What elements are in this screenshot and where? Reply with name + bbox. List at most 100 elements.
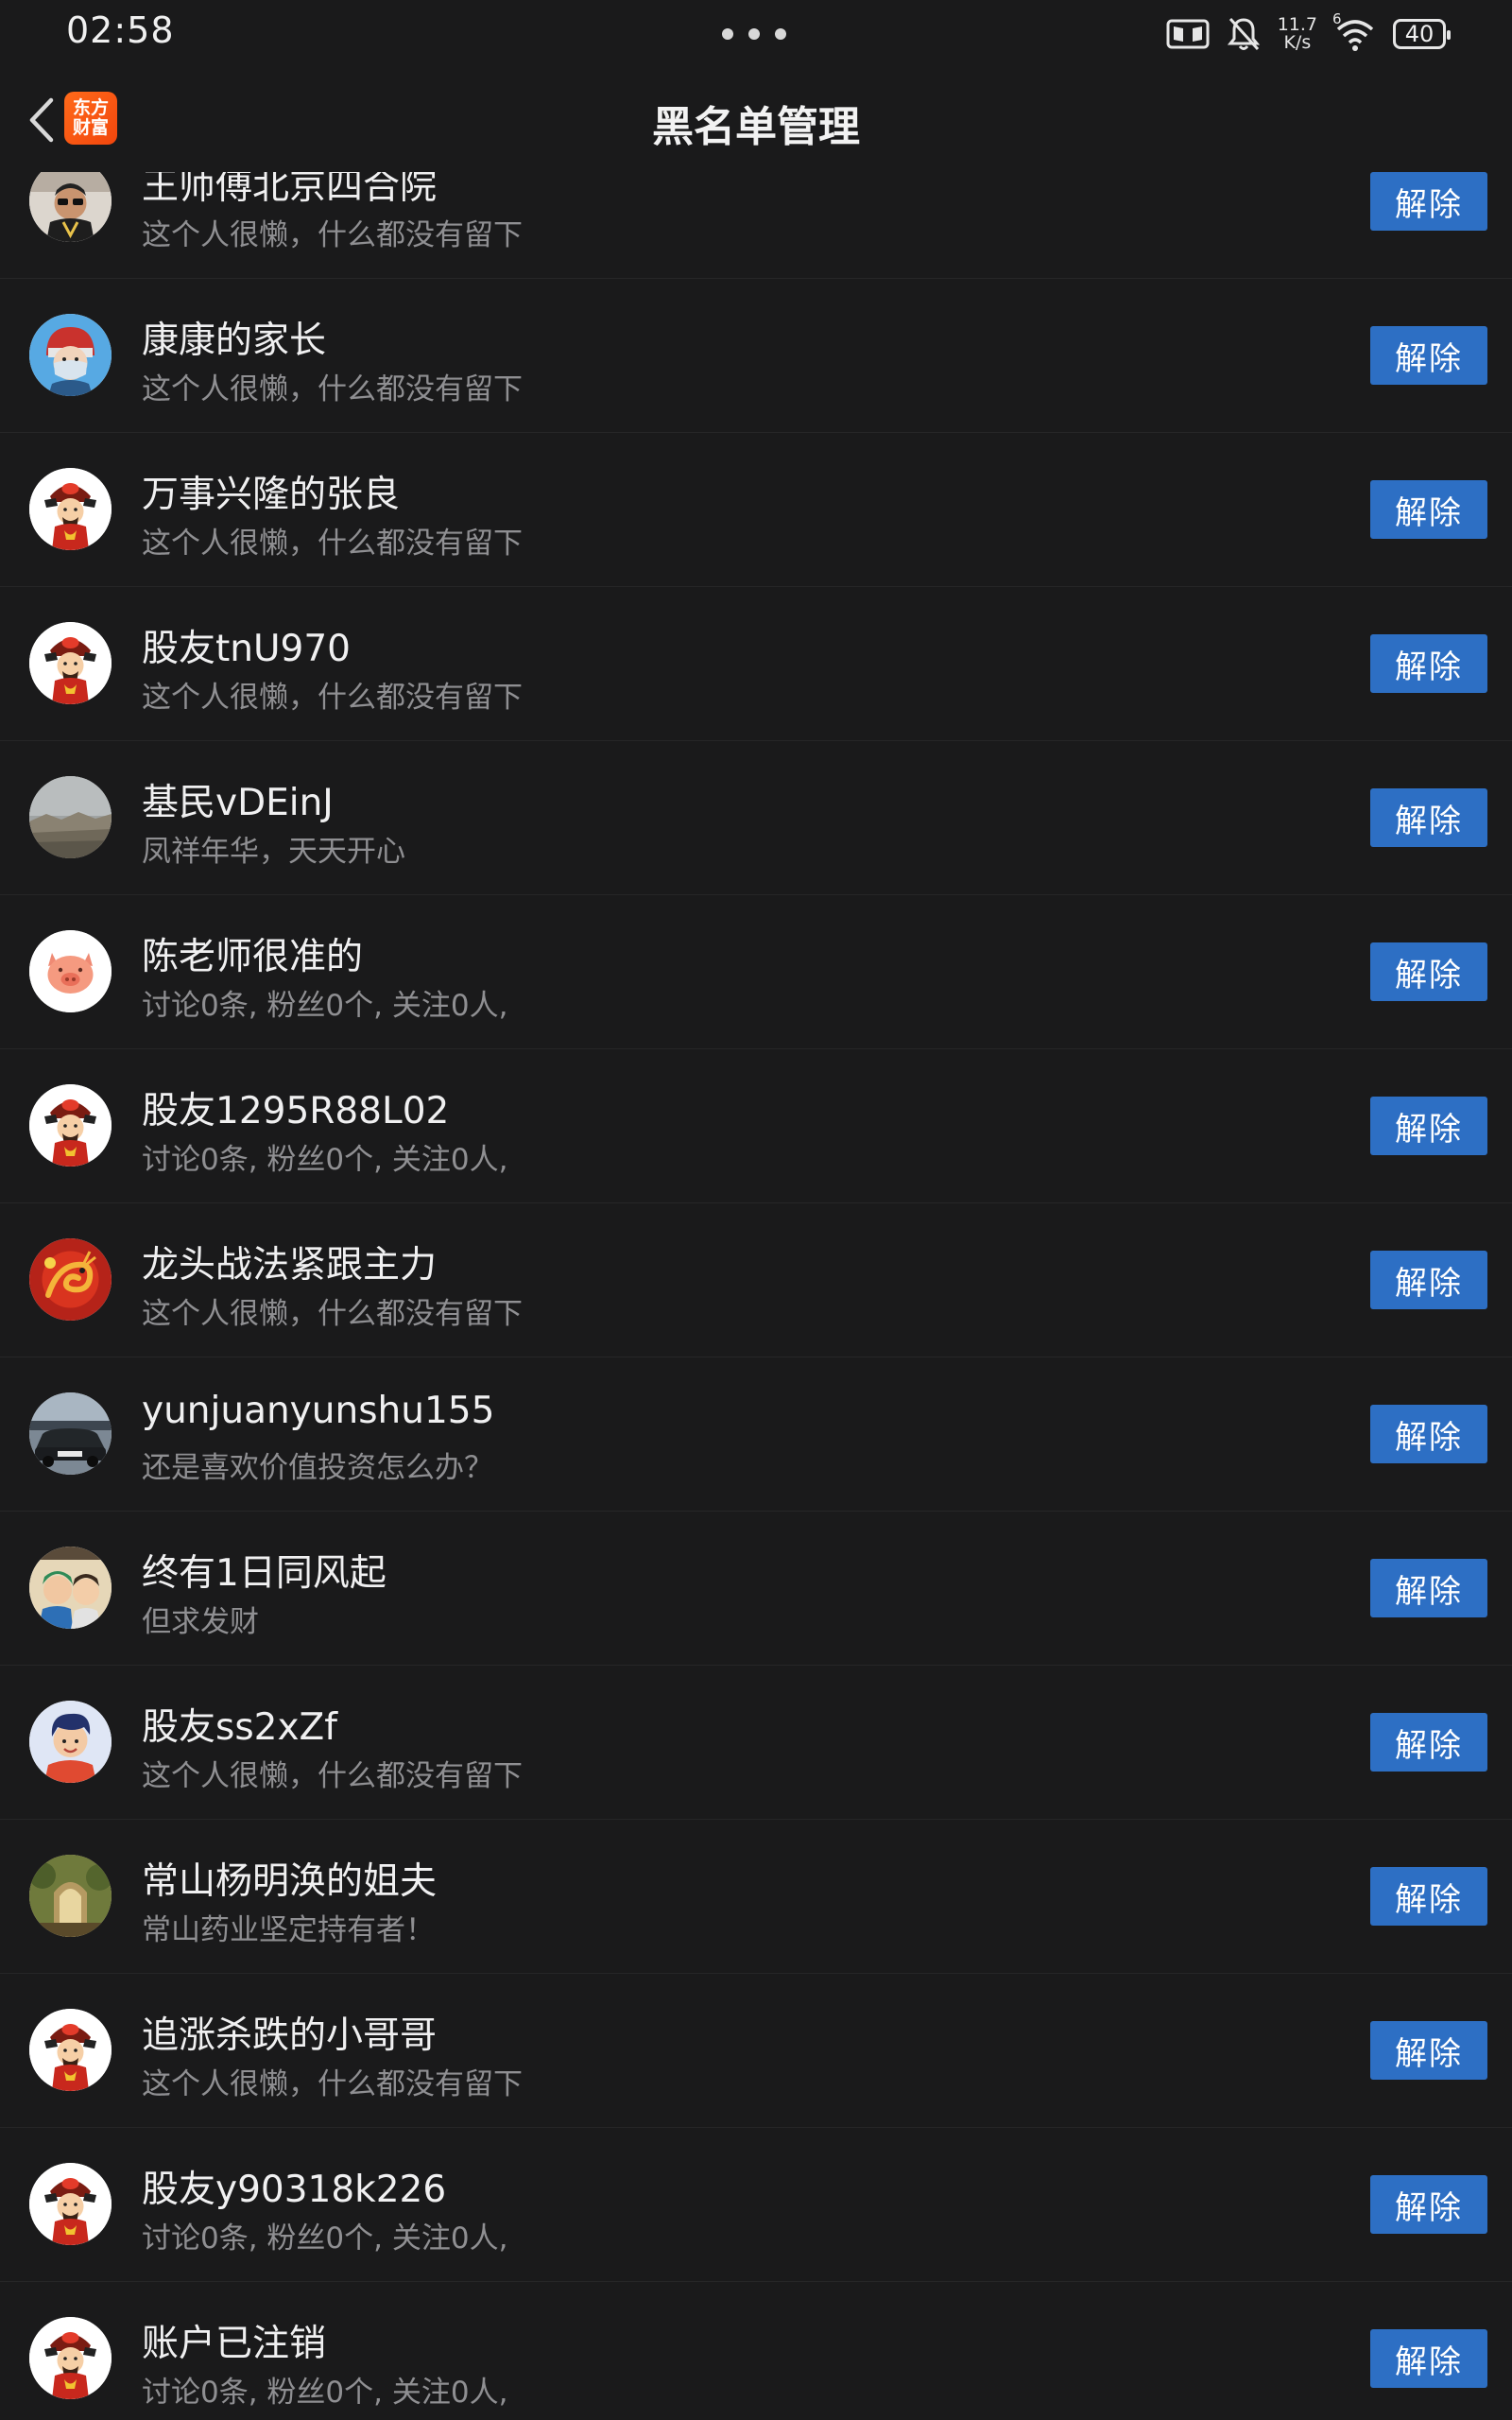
battery-level: 40 (1404, 21, 1435, 47)
user-name[interactable]: 陈老师很准的 (142, 927, 363, 980)
blocked-user-row[interactable]: 股友tnU970 这个人很懒，什么都没有留下 解除 (0, 587, 1512, 741)
blocked-user-row[interactable]: 追涨杀跌的小哥哥这个人很懒，什么都没有留下 解除 (0, 1974, 1512, 2128)
user-name[interactable]: yunjuanyunshu155 (142, 1390, 494, 1432)
blocked-user-row[interactable]: 股友y90318k226 讨论0条, 粉丝0个, 关注0人, 解除 (0, 2128, 1512, 2282)
unblock-button[interactable]: 解除 (1370, 1405, 1487, 1463)
avatar[interactable] (29, 2317, 112, 2399)
user-description: 讨论0条, 粉丝0个, 关注0人, (142, 989, 508, 1023)
user-description: 这个人很懒，什么都没有留下 (142, 372, 523, 406)
user-name[interactable]: 常山杨明涣的姐夫 (142, 1852, 437, 1905)
avatar-image (29, 2009, 112, 2091)
blocked-user-row[interactable]: 账户已注销讨论0条, 粉丝0个, 关注0人, 解除 (0, 2282, 1512, 2420)
status-time: 02:58 (66, 9, 175, 51)
unblock-button[interactable]: 解除 (1370, 326, 1487, 385)
user-name[interactable]: 终有1日同风起 (142, 1544, 387, 1597)
blocked-user-row[interactable]: 万事兴隆的张良 这个人很懒，什么都没有留下 解除 (0, 433, 1512, 587)
wifi-badge: 6 (1332, 10, 1342, 27)
unblock-button[interactable]: 解除 (1370, 2175, 1487, 2234)
battery-icon: 40 (1393, 19, 1451, 49)
avatar[interactable] (29, 930, 112, 1012)
header: 东方 财富 黑名单管理 (0, 68, 1512, 172)
user-description: 这个人很懒，什么都没有留下 (142, 2067, 523, 2101)
user-name[interactable]: 股友ss2xZf (142, 1698, 337, 1751)
unblock-button[interactable]: 解除 (1370, 1713, 1487, 1772)
user-name[interactable]: 基民vDEinJ (142, 773, 334, 826)
avatar[interactable] (29, 2163, 112, 2245)
user-name[interactable]: 股友y90318k226 (142, 2160, 446, 2213)
avatar[interactable] (29, 776, 112, 858)
avatar[interactable] (29, 1084, 112, 1167)
status-dots-icon (722, 28, 786, 40)
avatar-image (29, 1084, 112, 1167)
avatar[interactable] (29, 1701, 112, 1783)
unblock-button[interactable]: 解除 (1370, 1251, 1487, 1309)
avatar[interactable] (29, 2009, 112, 2091)
avatar-image (29, 2163, 112, 2245)
unblock-button[interactable]: 解除 (1370, 1867, 1487, 1926)
user-description: 还是喜欢价值投资怎么办？ (142, 1451, 493, 1485)
status-bar: 02:58 11.7 K/s 6 40 (0, 0, 1512, 68)
blocked-user-row[interactable]: 康康的家长这个人很懒，什么都没有留下 解除 (0, 279, 1512, 433)
avatar-image (29, 776, 112, 858)
user-description: 常山药业坚定持有者！ (142, 1913, 435, 1947)
avatar[interactable] (29, 1392, 112, 1475)
avatar-image (29, 930, 112, 1012)
blocklist-viewport[interactable]: 王师傅北京四合院 这个人很懒，什么都没有留下 解除 康康的家长 这个人很懒，什么都没有留… (0, 172, 1512, 2420)
unblock-button[interactable]: 解除 (1370, 2329, 1487, 2388)
blocklist: 王师傅北京四合院 这个人很懒，什么都没有留下 解除 康康的家长 这个人很懒，什么都没有留… (0, 172, 1512, 2420)
blocked-user-row[interactable]: 常山杨明涣的姐夫常山药业坚定持有者！ 解除 (0, 1820, 1512, 1974)
avatar-image (29, 1547, 112, 1629)
avatar-image (29, 314, 112, 396)
avatar[interactable] (29, 314, 112, 396)
user-name[interactable]: 王师傅北京四合院 (142, 172, 437, 210)
user-name[interactable]: 股友1295R88L02 (142, 1081, 449, 1134)
avatar-image (29, 1855, 112, 1937)
user-name[interactable]: 龙头战法紧跟主力 (142, 1236, 437, 1288)
user-description: 凤祥年华，天天开心 (142, 835, 405, 869)
user-description: 但求发财 (142, 1605, 259, 1639)
user-name[interactable]: 股友tnU970 (142, 619, 351, 672)
user-name[interactable]: 追涨杀跌的小哥哥 (142, 2006, 437, 2059)
avatar[interactable] (29, 468, 112, 550)
unblock-button[interactable]: 解除 (1370, 1097, 1487, 1155)
avatar-image (29, 1701, 112, 1783)
unblock-button[interactable]: 解除 (1370, 172, 1487, 231)
network-speed: 11.7 K/s (1278, 16, 1317, 52)
avatar-image (29, 2317, 112, 2399)
user-name[interactable]: 万事兴隆的张良 (142, 465, 400, 518)
unblock-button[interactable]: 解除 (1370, 942, 1487, 1001)
blocked-user-row[interactable]: 陈老师很准的讨论0条, 粉丝0个, 关注0人, 解除 (0, 895, 1512, 1049)
unblock-button[interactable]: 解除 (1370, 480, 1487, 539)
avatar-image (29, 172, 112, 242)
blocked-user-row[interactable]: 股友ss2xZf 这个人很懒，什么都没有留下 解除 (0, 1666, 1512, 1820)
screen: 02:58 11.7 K/s 6 40 东方 财富 黑名单管理 王师傅北京四合院… (0, 0, 1512, 2420)
network-speed-unit: K/s (1283, 32, 1312, 53)
unblock-button[interactable]: 解除 (1370, 1559, 1487, 1617)
avatar-image (29, 1238, 112, 1321)
avatar[interactable] (29, 1855, 112, 1937)
unblock-button[interactable]: 解除 (1370, 788, 1487, 847)
avatar[interactable] (29, 1238, 112, 1321)
reading-mode-icon (1166, 18, 1210, 50)
user-description: 这个人很懒，什么都没有留下 (142, 218, 523, 252)
blocked-user-row[interactable]: 股友1295R88L02 讨论0条, 粉丝0个, 关注0人, 解除 (0, 1049, 1512, 1203)
user-name[interactable]: 康康的家长 (142, 311, 326, 364)
status-indicators: 11.7 K/s 6 40 (1166, 10, 1451, 55)
user-description: 讨论0条, 粉丝0个, 关注0人, (142, 2376, 508, 2410)
unblock-button[interactable]: 解除 (1370, 2021, 1487, 2080)
user-name[interactable]: 账户已注销 (142, 2314, 326, 2367)
blocked-user-row[interactable]: 基民vDEinJ 凤祥年华，天天开心 解除 (0, 741, 1512, 895)
unblock-button[interactable]: 解除 (1370, 634, 1487, 693)
avatar-image (29, 1392, 112, 1475)
blocked-user-row[interactable]: yunjuanyunshu155 还是喜欢价值投资怎么办？ 解除 (0, 1357, 1512, 1512)
blocked-user-row[interactable]: 王师傅北京四合院这个人很懒，什么都没有留下 解除 (0, 172, 1512, 279)
mute-bell-icon (1227, 16, 1261, 52)
avatar[interactable] (29, 1547, 112, 1629)
avatar[interactable] (29, 172, 112, 242)
blocked-user-row[interactable]: 龙头战法紧跟主力这个人很懒，什么都没有留下 解除 (0, 1203, 1512, 1357)
blocked-user-row[interactable]: 终有1日同风起但求发财 解除 (0, 1512, 1512, 1666)
avatar[interactable] (29, 622, 112, 704)
user-description: 这个人很懒，什么都没有留下 (142, 1297, 523, 1331)
avatar-image (29, 622, 112, 704)
wifi-icon: 6 (1332, 10, 1376, 52)
